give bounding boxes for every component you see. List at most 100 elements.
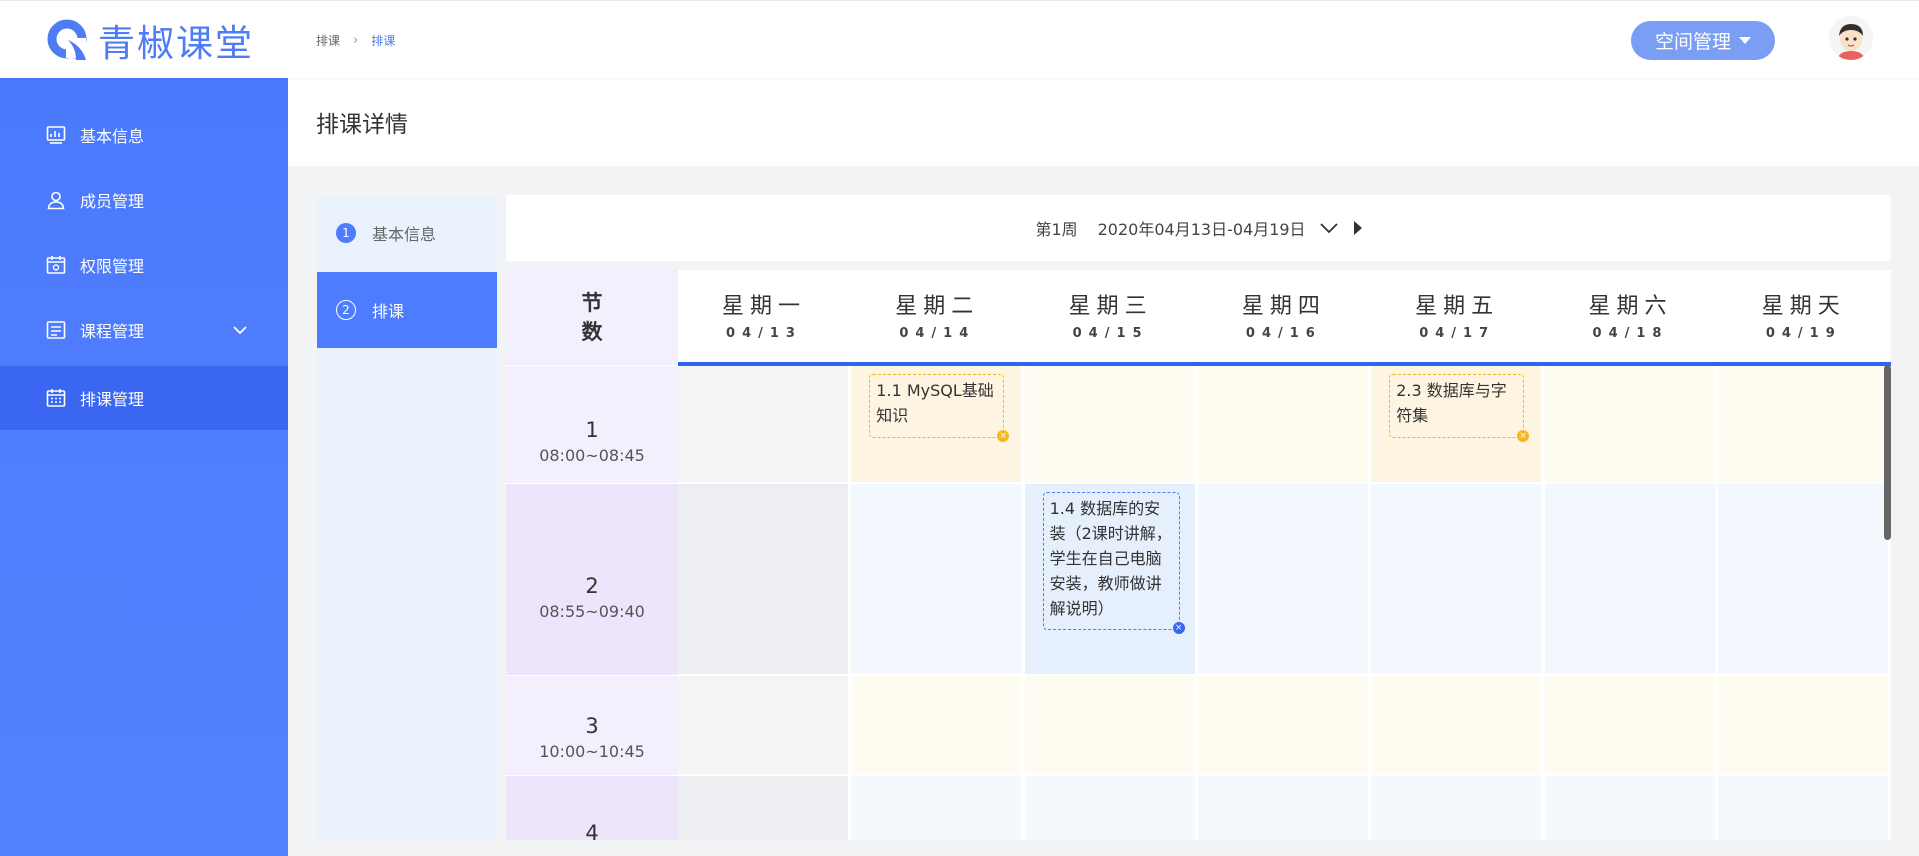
breadcrumb: 排课 › 排课 [316, 32, 395, 49]
sidebar-item-basic-info[interactable]: 基本信息 [0, 103, 288, 167]
page-title: 排课详情 [316, 112, 408, 138]
day-header: 星期天 04/19 [1717, 270, 1890, 365]
schedule-cell[interactable] [1024, 676, 1196, 775]
space-management-label: 空间管理 [1654, 31, 1731, 53]
day-header: 星期二 04/14 [851, 270, 1024, 365]
app-name: 青椒课堂 [98, 22, 254, 65]
step-number: 1 [336, 223, 356, 243]
period-number: 4 [585, 821, 599, 840]
period-time: 08:00~08:45 [539, 446, 645, 465]
period-time: 08:55~09:40 [539, 602, 645, 621]
step-label: 排课 [372, 302, 405, 321]
schedule-cell[interactable] [1544, 676, 1716, 775]
sidebar-item-scheduling[interactable]: 排课管理 [0, 366, 288, 430]
course-card[interactable]: 1.4 数据库的安装（2课时讲解，学生在自己电脑安装，教师做讲解说明） × [1042, 492, 1185, 634]
schedule-cell[interactable] [851, 776, 1023, 840]
logo-icon [46, 18, 90, 62]
schedule-cell[interactable] [1717, 366, 1889, 483]
list-icon [46, 320, 66, 340]
schedule-cell[interactable] [1197, 776, 1369, 840]
schedule-cell[interactable] [1371, 676, 1543, 775]
corner-label: 数 [581, 319, 603, 344]
schedule-cell[interactable] [678, 484, 849, 675]
day-name: 星期六 [1588, 294, 1673, 319]
day-name: 星期天 [1761, 294, 1846, 319]
schedule-cell[interactable] [1544, 366, 1716, 483]
scrollbar[interactable] [1884, 365, 1891, 540]
day-date: 04/18 [1592, 326, 1669, 341]
day-header: 星期六 04/18 [1544, 270, 1717, 365]
day-name: 星期四 [1241, 294, 1326, 319]
sidebar: 基本信息 成员管理 权限管理 课程管理 排课管理 [0, 78, 288, 856]
schedule-cell[interactable] [851, 484, 1023, 675]
chevron-down-icon[interactable] [1319, 219, 1338, 238]
schedule-cell[interactable] [1717, 484, 1889, 675]
day-date: 04/14 [899, 326, 976, 341]
sidebar-item-permissions[interactable]: 权限管理 [0, 233, 288, 297]
step-scheduling[interactable]: 2 排课 [317, 272, 497, 348]
course-card[interactable]: 1.1 MySQL基础知识 × [869, 374, 1010, 442]
sidebar-item-label: 基本信息 [80, 127, 145, 146]
schedule-cell[interactable] [1024, 776, 1196, 840]
sidebar-item-label: 成员管理 [80, 192, 145, 211]
sidebar-item-courses[interactable]: 课程管理 [0, 298, 288, 362]
user-icon [46, 190, 66, 210]
calendar-icon [46, 388, 66, 408]
period-row-header: 1 08:00~08:45 [506, 366, 678, 483]
top-header: 青椒课堂 排课 › 排课 空间管理 [0, 0, 1919, 78]
chevron-down-icon[interactable] [232, 322, 248, 342]
sidebar-item-label: 权限管理 [80, 257, 145, 276]
schedule-cell[interactable] [1371, 484, 1543, 675]
breadcrumb-parent[interactable]: 排课 [316, 32, 340, 49]
corner-label: 节 [581, 290, 603, 315]
schedule-cell[interactable] [1544, 484, 1716, 675]
week-label: 第1周 [1035, 220, 1078, 239]
course-title: 2.3 数据库与字符集 [1396, 381, 1507, 425]
schedule-cell[interactable] [678, 776, 849, 840]
sidebar-item-members[interactable]: 成员管理 [0, 168, 288, 232]
period-row-header: 2 08:55~09:40 [506, 484, 678, 675]
schedule-cell[interactable] [1024, 366, 1196, 483]
sidebar-item-label: 课程管理 [80, 322, 145, 341]
schedule-cell[interactable] [678, 676, 849, 775]
space-management-button[interactable]: 空间管理 [1631, 21, 1775, 60]
day-header: 星期一 04/13 [678, 270, 850, 365]
schedule-cell[interactable] [1717, 776, 1889, 840]
course-card[interactable]: 2.3 数据库与字符集 × [1389, 374, 1530, 442]
breadcrumb-separator-icon: › [353, 33, 359, 48]
day-date: 04/17 [1419, 326, 1496, 341]
course-title: 1.1 MySQL基础知识 [876, 381, 994, 425]
step-number: 2 [336, 300, 356, 320]
schedule-cell[interactable] [1544, 776, 1716, 840]
day-name: 星期一 [721, 294, 806, 319]
schedule-cell[interactable] [1717, 676, 1889, 775]
day-date: 04/13 [726, 326, 802, 341]
schedule-cell[interactable] [1197, 484, 1369, 675]
remove-course-icon[interactable]: × [1172, 622, 1185, 634]
schedule-cell[interactable] [1371, 776, 1543, 840]
page-header: 排课详情 [288, 78, 1919, 166]
schedule-cell[interactable] [1197, 676, 1369, 775]
schedule-cell[interactable] [1197, 366, 1369, 483]
schedule-cell[interactable] [678, 366, 849, 483]
day-date: 04/19 [1765, 326, 1842, 341]
next-week-icon[interactable] [1353, 221, 1362, 235]
course-title: 1.4 数据库的安装（2课时讲解，学生在自己电脑安装，教师做讲解说明） [1049, 499, 1172, 618]
day-name: 星期二 [895, 294, 980, 319]
day-header: 星期四 04/16 [1197, 270, 1370, 365]
week-range: 2020年04月13日-04月19日 [1097, 220, 1306, 239]
avatar[interactable] [1829, 16, 1873, 60]
period-column-header: 节 数 [506, 270, 678, 365]
period-row-header: 3 10:00~10:45 [506, 676, 678, 775]
schedule-grid: 节 数 星期一 04/13 星期二 04/14 星期三 04/15 星期四 04/16 星期五 0… [506, 270, 1891, 840]
day-date: 04/15 [1072, 326, 1149, 341]
steps-panel: 1 基本信息 2 排课 [317, 195, 497, 840]
logo[interactable]: 青椒课堂 [46, 17, 254, 65]
schedule-cell[interactable] [851, 676, 1023, 775]
period-number: 3 [585, 714, 599, 738]
dashboard-icon [46, 125, 66, 145]
period-row-header: 4 [506, 776, 678, 840]
step-basic-info[interactable]: 1 基本信息 [317, 195, 497, 271]
day-date: 04/16 [1245, 326, 1322, 341]
period-number: 1 [585, 418, 599, 442]
